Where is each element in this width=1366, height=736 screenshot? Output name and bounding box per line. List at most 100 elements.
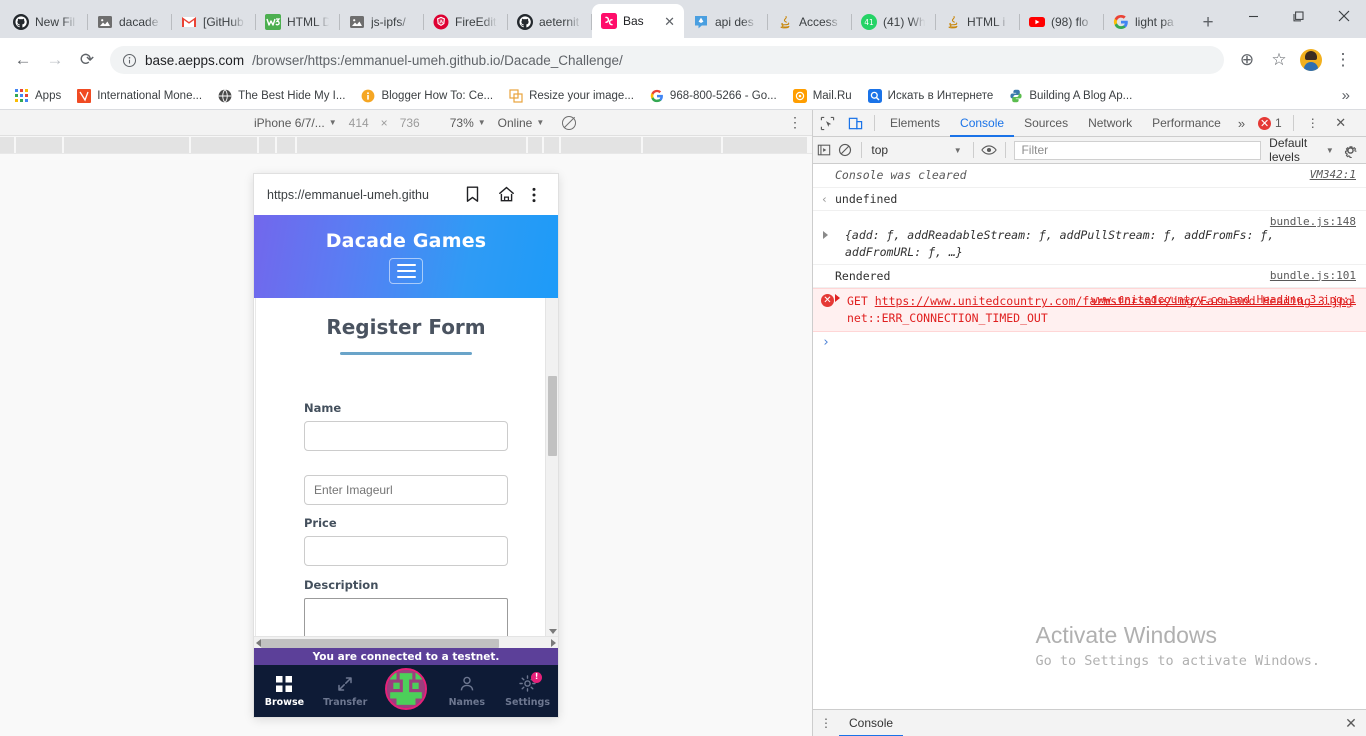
bookmarks-overflow-button[interactable]: » [1334, 87, 1358, 104]
device-toolbar-kebab[interactable]: ⋮ [788, 114, 802, 131]
scroll-down-arrow-icon[interactable] [549, 629, 557, 634]
back-button[interactable]: ← [8, 45, 38, 75]
console-message-error[interactable]: ✕ GET https://www.unitedcountry.com/farm… [813, 288, 1366, 332]
browser-tab-10[interactable]: 41 (41) Wh [852, 6, 936, 38]
nav-item-names[interactable]: Names [436, 675, 497, 708]
imageurl-field[interactable] [304, 475, 508, 505]
maximize-button[interactable] [1276, 0, 1321, 32]
viewport-height-input[interactable]: 736 [394, 116, 426, 130]
browser-tab-7-active[interactable]: Bas ✕ [592, 4, 684, 38]
browser-tab-8[interactable]: api des [684, 6, 768, 38]
minimize-button[interactable] [1231, 0, 1276, 32]
nav-item-transfer[interactable]: Transfer [315, 675, 376, 708]
rotate-disabled-icon[interactable] [562, 115, 577, 130]
horizontal-scroll-thumb[interactable] [261, 639, 499, 648]
execute-snippet-icon[interactable] [813, 137, 834, 163]
hamburger-icon[interactable] [389, 257, 423, 284]
execution-context-selector[interactable]: top ▼ [866, 141, 967, 160]
new-tab-button[interactable]: + [1194, 8, 1222, 36]
nav-item-settings[interactable]: ! Settings [497, 671, 558, 708]
chrome-menu-button[interactable]: ⋮ [1328, 45, 1358, 75]
avatar[interactable] [1300, 49, 1322, 71]
browser-tab-1[interactable]: dacade [88, 6, 172, 38]
expand-triangle-icon[interactable] [835, 294, 840, 303]
info-circle-icon[interactable] [122, 53, 137, 68]
media-query-segment[interactable] [277, 137, 297, 153]
bookmark-2[interactable]: The Best Hide My I... [211, 86, 352, 106]
address-bar[interactable]: base.aepps.com/browser/https:/emmanuel-u… [110, 46, 1224, 74]
bookmark-icon[interactable] [455, 186, 489, 203]
media-query-segment[interactable] [259, 137, 277, 153]
console-source-link[interactable]: bundle.js:148 [1270, 214, 1356, 230]
home-icon[interactable] [489, 186, 523, 203]
live-expression-icon[interactable] [978, 137, 999, 163]
console-source-link[interactable]: bundle.js:101 [1270, 268, 1356, 284]
media-query-segment[interactable] [561, 137, 643, 153]
console-source-link[interactable]: www.unitedcountry.co…and Heading 3.jpg:1 [1091, 292, 1356, 308]
media-query-segment[interactable] [191, 137, 259, 153]
console-filter-input[interactable]: Filter [1014, 140, 1262, 160]
device-selector[interactable]: iPhone 6/7/... ▼ [248, 116, 343, 130]
throttle-selector[interactable]: Online ▼ [492, 116, 551, 130]
inspect-cursor-icon[interactable] [813, 110, 841, 136]
bookmark-8[interactable]: Building A Blog Ap... [1002, 86, 1139, 106]
bookmark-3[interactable]: Blogger How To: Ce... [354, 86, 500, 106]
browser-tab-3[interactable]: HTML D [256, 6, 340, 38]
media-query-segment[interactable] [0, 137, 16, 153]
viewport-width-input[interactable]: 414 [343, 116, 375, 130]
price-field[interactable] [304, 536, 508, 566]
console-source-link[interactable]: VM342:1 [1310, 167, 1356, 183]
close-tab-icon[interactable]: ✕ [664, 15, 675, 28]
tab-network[interactable]: Network [1078, 110, 1142, 137]
bookmark-7[interactable]: Искать в Интернете [861, 86, 1001, 106]
console-message-cleared[interactable]: Console was cleared VM342:1 [813, 164, 1366, 188]
bookmark-1[interactable]: International Mone... [70, 86, 209, 106]
browser-tab-11[interactable]: HTML i [936, 6, 1020, 38]
console-message-result[interactable]: ‹ undefined [813, 188, 1366, 212]
bookmark-4[interactable]: Resize your image... [502, 86, 641, 106]
more-tabs-icon[interactable]: » [1231, 116, 1252, 131]
log-levels-selector[interactable]: Default levels ▼ [1261, 136, 1342, 164]
media-query-segment[interactable] [64, 137, 191, 153]
drawer-kebab[interactable]: ⋮ [813, 716, 839, 730]
error-count-chip[interactable]: ✕ 1 [1252, 116, 1288, 130]
drawer-tab-console[interactable]: Console [839, 710, 903, 736]
media-query-segment[interactable] [297, 137, 528, 153]
browser-tab-13[interactable]: light pa [1104, 6, 1188, 38]
tab-performance[interactable]: Performance [1142, 110, 1231, 137]
account-avatar-button[interactable] [376, 668, 437, 710]
page-horizontal-scrollbar[interactable] [254, 636, 558, 648]
scroll-right-arrow-icon[interactable] [551, 638, 556, 647]
media-query-segment[interactable] [643, 137, 723, 153]
inapp-url-text[interactable]: https://emmanuel-umeh.githu [267, 188, 455, 202]
browser-tab-2[interactable]: [GitHub [172, 6, 256, 38]
bookmark-5[interactable]: 968-800-5266 - Go... [643, 86, 784, 106]
bookmark-apps[interactable]: Apps [8, 86, 68, 106]
browser-tab-0[interactable]: New Fil [4, 6, 88, 38]
clear-console-icon[interactable] [834, 137, 855, 163]
bookmark-6[interactable]: Mail.Ru [786, 86, 859, 106]
console-settings-icon[interactable] [1342, 143, 1360, 158]
console-prompt[interactable]: › [813, 332, 1366, 350]
media-query-segment[interactable] [723, 137, 809, 153]
reload-button[interactable]: ⟳ [72, 45, 102, 75]
device-toolbar-icon[interactable] [841, 110, 869, 136]
browser-tab-9[interactable]: Access [768, 6, 852, 38]
kebab-menu-icon[interactable] [523, 187, 545, 203]
tab-elements[interactable]: Elements [880, 110, 950, 137]
expand-triangle-icon[interactable] [823, 231, 828, 240]
console-message-object[interactable]: {add: ƒ, addReadableStream: ƒ, addPullSt… [813, 211, 1366, 265]
media-query-segment[interactable] [16, 137, 64, 153]
media-query-segment[interactable] [544, 137, 561, 153]
drawer-close-icon[interactable]: ✕ [1336, 715, 1366, 732]
browser-tab-4[interactable]: js-ipfs/ [340, 6, 424, 38]
zoom-selector[interactable]: 73% ▼ [444, 116, 492, 130]
identicon-avatar[interactable] [384, 668, 427, 710]
bookmark-star-button[interactable]: ☆ [1264, 45, 1294, 75]
devtools-close-icon[interactable]: ✕ [1327, 110, 1355, 136]
media-query-segment[interactable] [528, 137, 544, 153]
browser-tab-5[interactable]: FireEdit [424, 6, 508, 38]
devtools-kebab[interactable]: ⋮ [1299, 110, 1327, 136]
tab-sources[interactable]: Sources [1014, 110, 1078, 137]
media-query-ruler[interactable] [0, 136, 812, 154]
